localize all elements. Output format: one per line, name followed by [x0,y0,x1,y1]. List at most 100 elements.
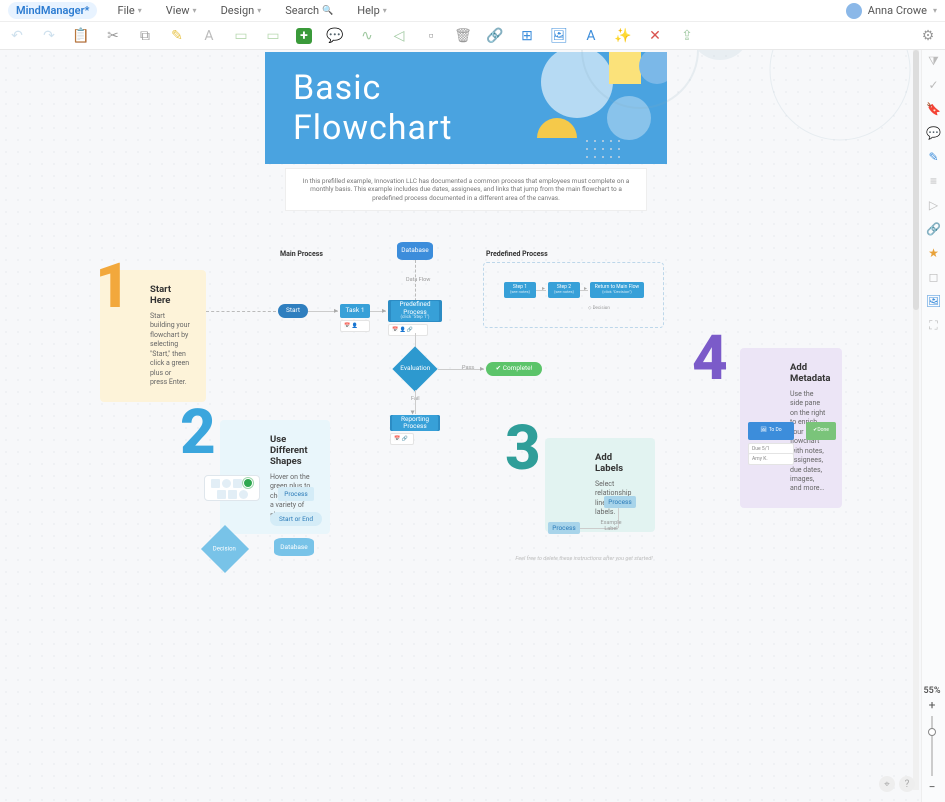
intro-text: In this prefilled example, Innovation LL… [285,168,647,211]
zoom-slider[interactable] [931,716,933,776]
label-ex-process2[interactable]: Process [604,496,636,508]
tag-icon[interactable]: ◁ [390,27,408,45]
meta-done-chip[interactable]: ✔ Done [806,422,836,440]
menu-file[interactable]: File ▾ [117,4,141,17]
undo-icon[interactable]: ↶ [8,27,26,45]
pencil-icon[interactable]: ✎ [927,150,941,164]
banner-line2: Flowchart [293,108,453,148]
label-ex1: Process [552,524,576,532]
topic-icon[interactable]: ▭ [232,27,250,45]
location-icon[interactable]: ⌖ [879,776,895,792]
menu-design-label: Design [221,4,255,17]
paste-icon[interactable]: 📋 [72,27,90,45]
node-database[interactable]: Database [397,242,433,260]
attachment-icon[interactable]: 🗑 [454,27,472,45]
add-shape-icon[interactable] [243,478,253,488]
link-icon[interactable]: 🔗 [486,27,504,45]
card-start-here: 1 Start Here Start building your flowcha… [100,270,206,402]
add-icon[interactable]: + [296,28,312,44]
redo-icon[interactable]: ↷ [40,27,58,45]
node-return[interactable]: Return to Main Flow(click "Decision") [590,282,644,298]
arrow-icon: ▸ [480,364,484,373]
node-start[interactable]: Start [278,304,308,318]
node-complete[interactable]: ✔ Complete! [486,362,542,376]
menu-file-label: File [117,4,134,17]
step2-sub: (see notes) [554,289,574,294]
task1-meta: 📅 👤 [340,320,370,332]
relationship-icon[interactable]: ∿ [358,27,376,45]
node-evaluation[interactable]: Evaluation [392,346,437,391]
list-icon[interactable]: ≡ [927,174,941,188]
meta-todo-chip[interactable]: 🖼 To Do [748,422,794,440]
cut-icon[interactable]: ✂ [104,27,122,45]
zoom-out-button[interactable]: − [929,780,936,794]
link-side-icon[interactable]: 🔗 [927,222,941,236]
expand-icon[interactable]: ⛶ [927,318,941,332]
menu-search[interactable]: Search🔍 [285,4,333,17]
canvas[interactable]: BasicFlowchart In this prefilled example… [0,50,921,802]
menu-design[interactable]: Design▾ [221,4,262,17]
copy-icon[interactable]: ⧉ [136,27,154,45]
grid-icon[interactable]: ⊞ [518,27,536,45]
square-icon[interactable]: ◻ [927,270,941,284]
chat-icon[interactable]: 💬 [927,126,941,140]
example-database[interactable]: Database [274,538,314,556]
example-startend[interactable]: Start or End [270,512,322,526]
highlight-icon[interactable]: ✨ [614,27,632,45]
predef-meta: 📅 👤 🔗 [388,324,428,336]
step1-sub: (see notes) [510,289,530,294]
node-predefined[interactable]: Predefined Process (click "Step 1") [388,300,442,322]
node-start-label: Start [286,307,300,314]
menu-help[interactable]: Help▾ [357,4,387,17]
shape-popover[interactable] [204,475,260,501]
return-sub: (click "Decision") [602,289,632,294]
bg-watermark [560,50,920,160]
text-icon[interactable]: A [582,27,600,45]
chevron-down-icon: ▾ [933,6,937,15]
num-4: 4 [692,334,728,384]
card1-title: Start Here [150,284,190,306]
reporting-meta: 📅 🔗 [390,433,414,445]
node-database-label: Database [401,247,428,254]
node-step1[interactable]: Step 1(see notes) [504,282,536,298]
num-1: 1 [95,262,131,312]
node-step2[interactable]: Step 2(see notes) [548,282,580,298]
chevron-down-icon: ▾ [138,6,142,15]
vertical-scrollbar[interactable] [913,50,919,790]
example-process-label: Process [284,490,308,498]
zoom-in-button[interactable]: + [929,698,936,712]
arrow-icon: ▸ [542,285,545,292]
user-name: Anna Crowe [868,4,927,17]
label-ex2: Process [608,498,632,506]
arrow-icon: ▸ [382,306,386,315]
share-icon[interactable]: ⇪ [678,27,696,45]
check-icon[interactable]: ✓ [927,78,941,92]
help-icon[interactable]: ? [899,776,915,792]
image-icon[interactable]: 🖼 [550,27,568,45]
note-icon[interactable]: ▫ [422,27,440,45]
play-icon[interactable]: ▷ [927,198,941,212]
image-side-icon[interactable]: 🖼 [927,294,941,308]
node-evaluation-label: Evaluation [400,365,430,372]
star-icon[interactable]: ★ [927,246,941,260]
arrow-icon: ▸ [584,285,587,292]
subtopic-icon[interactable]: ▭ [264,27,282,45]
card1-body: Start building your flowchart by selecti… [150,312,190,388]
node-reporting[interactable]: Reporting Process [390,415,440,431]
example-process[interactable]: Process [278,487,314,501]
format-paint-icon[interactable]: ✎ [168,27,186,45]
tag-icon[interactable]: 🔖 [927,102,941,116]
settings-icon[interactable]: ⚙ [919,27,937,45]
label-ex-process1[interactable]: Process [548,522,580,534]
user-menu[interactable]: Anna Crowe ▾ [846,3,937,19]
font-icon[interactable]: A [200,27,218,45]
delete-icon[interactable]: ✕ [646,27,664,45]
filter-icon[interactable]: ⧩ [927,54,941,68]
zoom-handle[interactable] [928,728,936,736]
node-task1[interactable]: Task 1 [340,304,370,318]
comment-icon[interactable]: 💬 [326,27,344,45]
node-predefined-label: Predefined Process [389,301,441,315]
menu-view[interactable]: View▾ [166,4,197,17]
scroll-thumb[interactable] [913,50,919,310]
toolbar: ↶ ↷ 📋 ✂ ⧉ ✎ A ▭ ▭ + 💬 ∿ ◁ ▫ 🗑 🔗 ⊞ 🖼 A ✨ … [0,22,945,50]
